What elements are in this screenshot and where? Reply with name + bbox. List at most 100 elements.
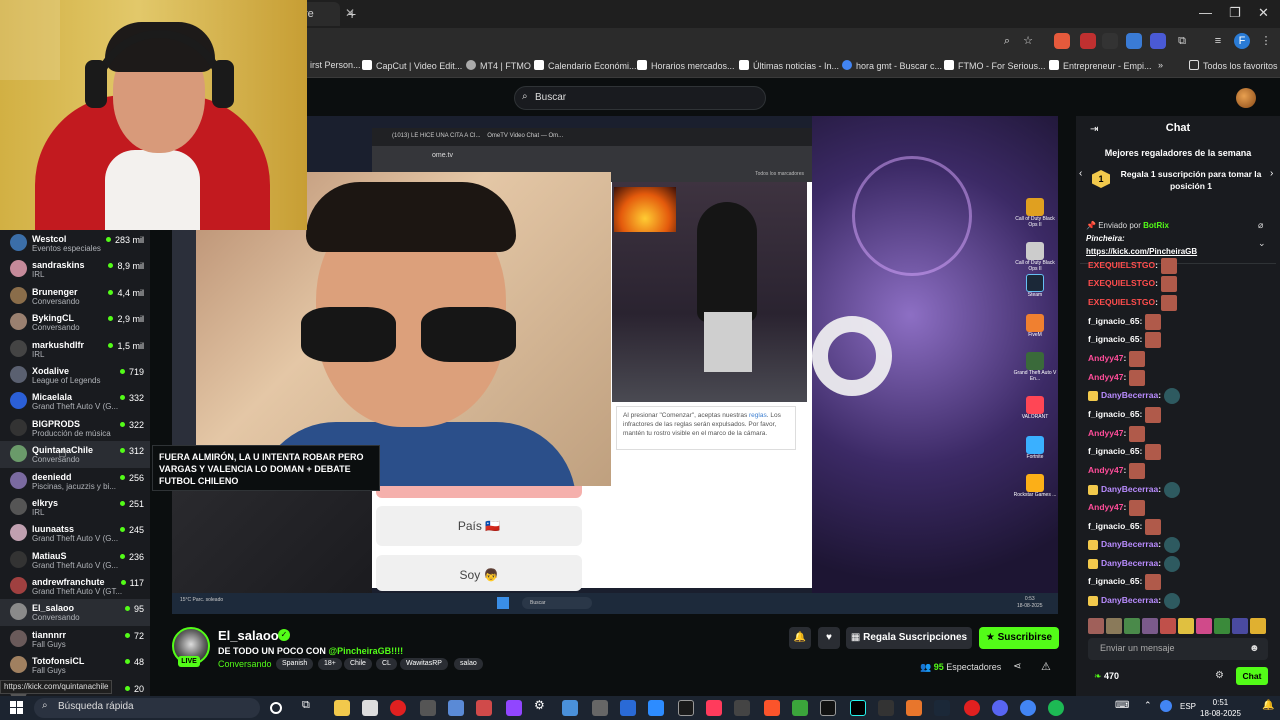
chat-username[interactable]: f_ignacio_65 bbox=[1088, 334, 1140, 344]
bookmark[interactable]: CapCut | Video Edit... bbox=[362, 60, 462, 71]
bookmark[interactable]: FTMO - For Serious... bbox=[944, 60, 1046, 71]
profile-avatar[interactable]: F bbox=[1234, 33, 1250, 49]
tag[interactable]: CL bbox=[376, 658, 397, 670]
channel-row[interactable]: Westcol Eventos especiales 283 mil bbox=[0, 230, 150, 256]
emote[interactable] bbox=[1160, 617, 1176, 634]
steam-icon[interactable] bbox=[934, 700, 950, 716]
app-icon[interactable] bbox=[562, 700, 578, 716]
rules-link[interactable]: reglas bbox=[749, 412, 767, 419]
desktop-icon[interactable]: Fortnite bbox=[1012, 436, 1058, 474]
bookmark[interactable]: MT4 | FTMO bbox=[466, 60, 531, 71]
chat-username[interactable]: EXEQUIELSTGO bbox=[1088, 297, 1155, 307]
emote[interactable] bbox=[1214, 617, 1230, 634]
mention-link[interactable]: @PincheiraGB!!!! bbox=[328, 646, 403, 656]
extension-icon[interactable] bbox=[1054, 33, 1070, 49]
channel-points[interactable]: ❧ 470 bbox=[1094, 671, 1119, 682]
channel-row[interactable]: MatiauS Grand Theft Auto V (G... 236 bbox=[0, 547, 150, 573]
chat-username[interactable]: DanyBecerraa bbox=[1101, 558, 1158, 568]
channel-row[interactable]: Micaelala Grand Theft Auto V (G... 332 bbox=[0, 388, 150, 414]
desktop-icon[interactable]: VALORANT bbox=[1012, 396, 1058, 436]
chrome-tray-icon[interactable] bbox=[1160, 700, 1172, 712]
send-chat-button[interactable]: Chat bbox=[1236, 667, 1268, 685]
brave-icon[interactable] bbox=[764, 700, 780, 716]
chat-input[interactable]: Enviar un mensaje bbox=[1088, 638, 1268, 660]
chat-username[interactable]: f_ignacio_65 bbox=[1088, 446, 1140, 456]
bookmark[interactable]: Horarios mercados... bbox=[637, 60, 735, 71]
channel-row[interactable]: QuintanaChile Conversando 312 bbox=[0, 441, 150, 468]
desktop-icon[interactable]: Grand Theft Auto V En... bbox=[1012, 352, 1058, 396]
desktop-icon[interactable]: FiveM bbox=[1012, 314, 1058, 352]
gender-select[interactable]: Soy 👦 bbox=[376, 555, 582, 591]
country-select[interactable]: País 🇨🇱 bbox=[376, 506, 582, 546]
bell-icon[interactable]: 🔔 bbox=[789, 627, 811, 649]
app-icon[interactable] bbox=[592, 700, 608, 716]
more-bookmarks-icon[interactable]: » bbox=[1158, 60, 1163, 70]
unpin-icon[interactable]: ⌀ bbox=[1258, 220, 1263, 231]
chevron-left-icon[interactable]: ‹ bbox=[1079, 168, 1082, 179]
emote[interactable] bbox=[1178, 617, 1194, 634]
app-icon[interactable] bbox=[620, 700, 636, 716]
file-explorer-icon[interactable] bbox=[334, 700, 350, 716]
tab-search-icon[interactable]: ≡ bbox=[1210, 33, 1226, 49]
task-view-icon[interactable]: ⧉ bbox=[302, 699, 318, 715]
chat-username[interactable]: f_ignacio_65 bbox=[1088, 521, 1140, 531]
extension-icon[interactable] bbox=[1126, 33, 1142, 49]
chat-username[interactable]: Andyy47 bbox=[1088, 372, 1123, 382]
channel-row[interactable]: TotofonsiCL Fall Guys 48 bbox=[0, 652, 150, 678]
channel-row[interactable]: markushdlfr IRL 1,5 mil bbox=[0, 336, 150, 362]
chat-username[interactable]: Andyy47 bbox=[1088, 353, 1123, 363]
language-indicator[interactable]: ESP bbox=[1180, 702, 1196, 711]
chat-username[interactable]: f_ignacio_65 bbox=[1088, 576, 1140, 586]
taskbar-search[interactable]: ⌕ Búsqueda rápida bbox=[34, 698, 260, 718]
discord-icon[interactable] bbox=[992, 700, 1008, 716]
streamer-username[interactable]: El_salaoo bbox=[218, 628, 279, 643]
chat-username[interactable]: f_ignacio_65 bbox=[1088, 409, 1140, 419]
minimize-icon[interactable]: — bbox=[1199, 5, 1212, 20]
notepad-icon[interactable] bbox=[362, 700, 378, 716]
chat-username[interactable]: EXEQUIELSTGO bbox=[1088, 260, 1155, 270]
chat-username[interactable]: EXEQUIELSTGO bbox=[1088, 278, 1155, 288]
desktop-icon[interactable]: Steam bbox=[1012, 274, 1058, 314]
channel-row[interactable]: andrewfranchute Grand Theft Auto V (GT...… bbox=[0, 573, 150, 599]
capcut-icon[interactable] bbox=[706, 700, 722, 716]
minecraft-icon[interactable] bbox=[792, 700, 808, 716]
tag[interactable]: 18+ bbox=[318, 658, 342, 670]
desktop-icon[interactable]: Call of Duty Black Ops II bbox=[1012, 242, 1058, 274]
chat-username[interactable]: DanyBecerraa bbox=[1101, 539, 1158, 549]
emote[interactable] bbox=[1142, 617, 1158, 634]
app-icon[interactable] bbox=[420, 700, 436, 716]
app-icon[interactable] bbox=[678, 700, 694, 716]
tiktok-icon[interactable] bbox=[850, 700, 866, 716]
channel-row[interactable]: Xodalive League of Legends 719 bbox=[0, 362, 150, 388]
report-icon[interactable]: ⚠ bbox=[1041, 660, 1051, 673]
bookmark[interactable]: Calendario Económi... bbox=[534, 60, 637, 71]
settings-icon[interactable]: ⚙ bbox=[1215, 670, 1224, 681]
chat-username[interactable]: Andyy47 bbox=[1088, 465, 1123, 475]
keyboard-icon[interactable]: ⌨ bbox=[1115, 700, 1129, 711]
restore-icon[interactable]: ❐ bbox=[1229, 5, 1241, 21]
channel-row[interactable]: BykingCL Conversando 2,9 mil bbox=[0, 309, 150, 335]
share-icon[interactable]: ⋖ bbox=[1013, 661, 1021, 672]
tag[interactable]: Chile bbox=[344, 658, 372, 670]
chat-username[interactable]: DanyBecerraa bbox=[1101, 484, 1158, 494]
user-avatar[interactable] bbox=[1236, 88, 1256, 108]
tag[interactable]: WawitasRP bbox=[400, 658, 448, 670]
chat-username[interactable]: DanyBecerraa bbox=[1101, 595, 1158, 605]
app-icon[interactable] bbox=[734, 700, 750, 716]
chevron-down-icon[interactable]: ⌄ bbox=[1258, 238, 1266, 249]
channel-row[interactable]: luunaatss Grand Theft Auto V (G... 245 bbox=[0, 520, 150, 546]
opera-icon[interactable] bbox=[390, 700, 406, 716]
emote[interactable] bbox=[1088, 617, 1104, 634]
bookmark[interactable]: Entrepreneur - Empi... bbox=[1049, 60, 1152, 71]
bookmark[interactable]: hora gmt - Buscar c... bbox=[842, 60, 942, 71]
tag[interactable]: salao bbox=[454, 658, 483, 670]
close-window-icon[interactable]: ✕ bbox=[1258, 5, 1269, 21]
chat-username[interactable]: Andyy47 bbox=[1088, 502, 1123, 512]
emote[interactable] bbox=[1106, 617, 1122, 634]
cortana-icon[interactable] bbox=[270, 702, 282, 714]
channel-row[interactable]: Brunenger Conversando 4,4 mil bbox=[0, 283, 150, 309]
channel-row[interactable]: deeniedd Piscinas, jacuzzis y bi... 256 bbox=[0, 468, 150, 494]
menu-icon[interactable]: ⋮ bbox=[1258, 33, 1274, 49]
puzzle-icon[interactable]: ⧉ bbox=[1174, 33, 1190, 49]
all-bookmarks[interactable]: Todos los favoritos bbox=[1189, 60, 1278, 71]
